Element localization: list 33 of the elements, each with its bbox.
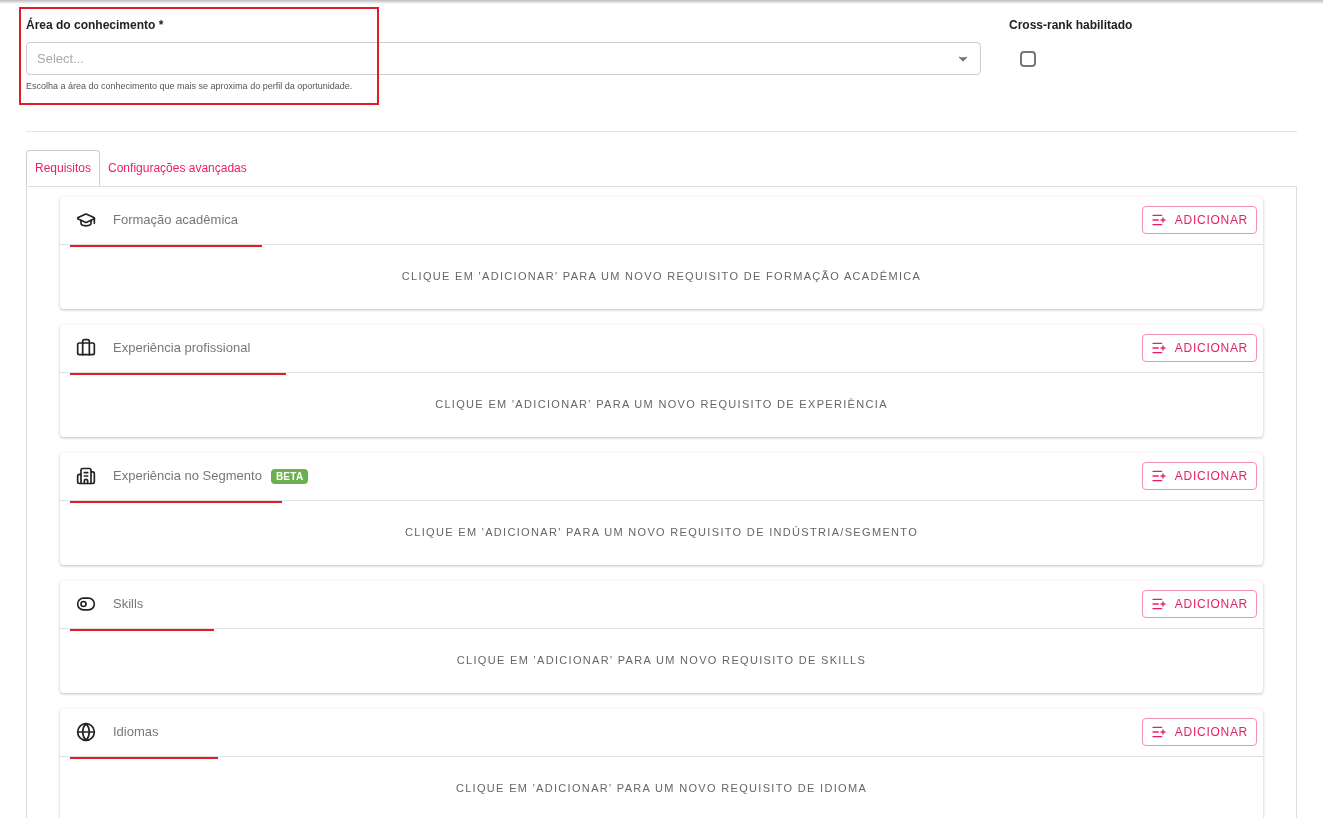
toggle-icon (76, 594, 96, 614)
add-button[interactable]: ADICIONAR (1141, 590, 1257, 618)
add-list-icon (1150, 724, 1167, 740)
section-title: Formação acadêmica (113, 211, 238, 230)
section-title: Experiência no Segmento (113, 467, 262, 486)
section-title: Experiência profissional (113, 339, 251, 358)
graduation-cap-icon (76, 210, 96, 230)
tab[interactable]: Configurações avançadas (100, 149, 255, 186)
beta-badge: BETA (270, 468, 309, 484)
cross-rank-checkbox[interactable] (1020, 51, 1036, 67)
add-button[interactable]: ADICIONAR (1141, 462, 1257, 490)
field-label: Área do conhecimento * (26, 16, 165, 34)
add-button[interactable]: ADICIONAR (1141, 206, 1257, 234)
add-button[interactable]: ADICIONAR (1141, 334, 1257, 362)
section-title: Skills (113, 595, 144, 614)
helper-text: Escolha a área do conhecimento que mais se aproxima do perfil da oportunidade. (26, 80, 354, 93)
tab[interactable]: Requisitos (26, 149, 101, 186)
empty-message: CLIQUE EM 'ADICIONAR' PARA UM NOVO REQUISITO DE IDIOMA (455, 781, 868, 797)
add-list-icon (1150, 596, 1167, 612)
empty-message: CLIQUE EM 'ADICIONAR' PARA UM NOVO REQUISITO DE FORMAÇÃO ACADÊMICA (401, 269, 922, 285)
empty-message: CLIQUE EM 'ADICIONAR' PARA UM NOVO REQUISITO DE INDÚSTRIA/SEGMENTO (404, 525, 919, 541)
add-list-icon (1150, 212, 1167, 228)
add-button[interactable]: ADICIONAR (1141, 718, 1257, 746)
globe-icon (76, 722, 96, 742)
empty-message: CLIQUE EM 'ADICIONAR' PARA UM NOVO REQUISITO DE SKILLS (456, 653, 867, 669)
building-icon (76, 466, 96, 486)
section-title: Idiomas (113, 723, 159, 742)
select-field[interactable]: Select... (26, 42, 981, 75)
add-list-icon (1150, 340, 1167, 356)
briefcase-icon (76, 338, 96, 358)
add-list-icon (1150, 468, 1167, 484)
empty-message: CLIQUE EM 'ADICIONAR' PARA UM NOVO REQUISITO DE EXPERIÊNCIA (435, 397, 888, 413)
checkbox-label: Cross-rank habilitado (1009, 17, 1133, 34)
